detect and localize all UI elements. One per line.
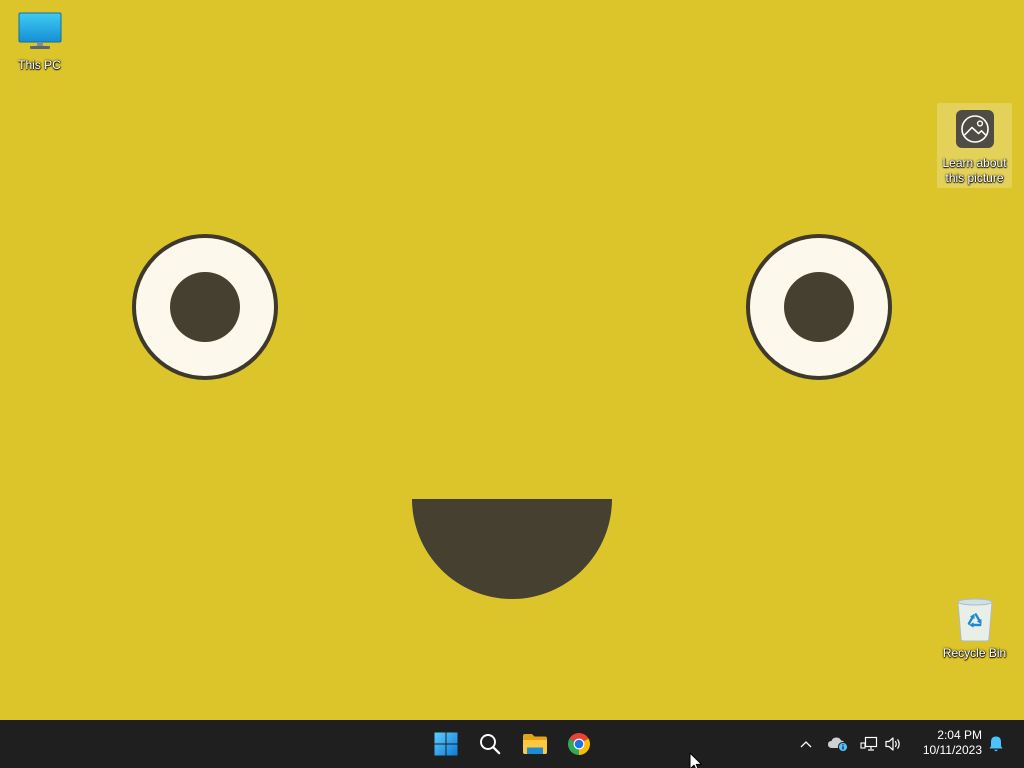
chrome-icon — [568, 733, 590, 755]
start-button[interactable] — [426, 724, 466, 764]
file-explorer-icon — [523, 734, 547, 754]
learn-about-picture-icon — [955, 110, 994, 148]
wallpaper-right-eye — [746, 234, 892, 380]
network-icon — [860, 736, 878, 751]
file-explorer-button[interactable] — [515, 724, 555, 764]
clock-time: 2:04 PM — [937, 728, 982, 742]
notification-bell-icon — [989, 736, 1003, 752]
network-tray-button[interactable] — [859, 732, 879, 756]
search-icon — [480, 734, 501, 755]
recycle-bin-icon — [956, 598, 993, 642]
windows-start-icon — [434, 732, 458, 756]
wallpaper-left-pupil — [170, 272, 240, 342]
taskbar-clock[interactable]: 2:04 PM 10/11/2023 — [910, 728, 982, 758]
desktop-icon-label: Recycle Bin — [942, 646, 1007, 660]
show-hidden-icons-button[interactable] — [796, 732, 816, 756]
desktop-icon-this-pc[interactable]: This PC — [2, 4, 77, 78]
desktop-icon-label: This PC — [18, 58, 61, 72]
wallpaper-right-pupil — [784, 272, 854, 342]
notification-center-button[interactable] — [986, 732, 1006, 756]
search-button[interactable] — [470, 724, 510, 764]
mouse-pointer-icon — [689, 752, 703, 768]
this-pc-icon — [18, 12, 61, 49]
volume-icon — [885, 737, 900, 751]
desktop-icon-learn-about-picture[interactable]: Learn about this picture — [937, 103, 1012, 188]
screen: { "desktop": { "wallpaper": { "backgroun… — [0, 0, 1024, 768]
taskbar: 2:04 PM 10/11/2023 — [0, 720, 1024, 768]
onedrive-cloud-icon — [828, 737, 849, 752]
chrome-button[interactable] — [559, 724, 599, 764]
desktop[interactable]: This PC Learn about this picture Recycle… — [0, 0, 1024, 720]
volume-tray-button[interactable] — [883, 732, 903, 756]
clock-date: 10/11/2023 — [922, 743, 982, 757]
wallpaper-left-eye — [132, 234, 278, 380]
chevron-up-icon — [800, 741, 812, 748]
onedrive-tray-button[interactable] — [826, 732, 850, 756]
desktop-icon-recycle-bin[interactable]: Recycle Bin — [937, 592, 1012, 664]
wallpaper-mouth — [412, 499, 612, 599]
desktop-icon-label: Learn about this picture — [942, 156, 1007, 185]
